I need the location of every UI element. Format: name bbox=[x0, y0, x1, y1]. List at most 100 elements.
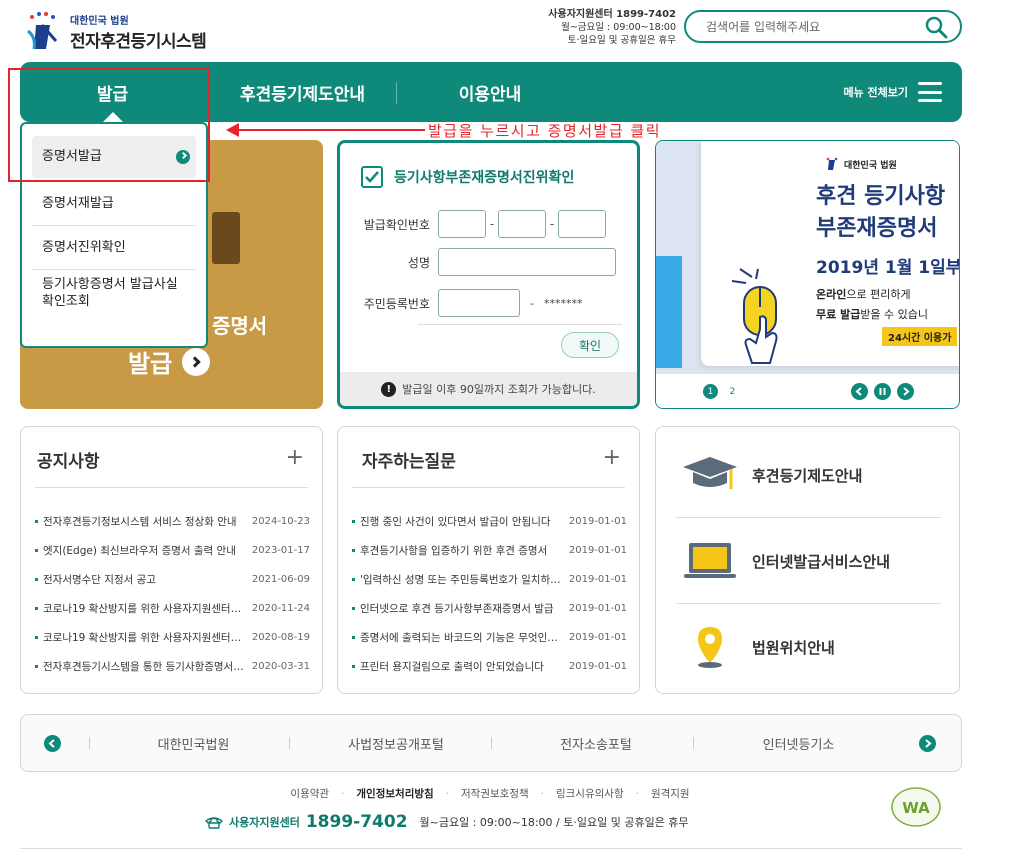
checkbox-icon bbox=[361, 166, 383, 188]
notice-row[interactable]: 코로나19 확산방지를 위한 사용자지원센터 운영 안내2020-11-24 bbox=[35, 594, 310, 623]
faq-row-title: '입력하신 성명 또는 주민등록번호가 일치하지 않습니다' bbox=[360, 574, 569, 586]
footer-link-privacy[interactable]: 개인정보처리방침 bbox=[356, 786, 433, 801]
verify-info-text: 발급일 이후 90일까지 조회가 가능합니다. bbox=[402, 383, 596, 396]
related-link-supreme-court[interactable]: 대한민국법원 bbox=[111, 715, 276, 771]
notice-row-date: 2020-11-24 bbox=[251, 603, 310, 614]
verify-confirm-button[interactable]: 확인 bbox=[561, 332, 619, 358]
footer-separator: · bbox=[445, 787, 450, 800]
notice-row-date: 2024-10-23 bbox=[251, 516, 310, 527]
faq-row[interactable]: 후견등기사항을 입증하기 위한 후견 증명서 2019-01-01 bbox=[352, 536, 627, 565]
bullet bbox=[352, 520, 355, 523]
dropdown-item-certificate-reissue[interactable]: 증명서재발급 bbox=[32, 182, 196, 226]
pause-icon bbox=[879, 388, 886, 395]
bullet bbox=[352, 578, 355, 581]
footer-link-copyright[interactable]: 저작권보호정책 bbox=[461, 786, 529, 801]
faq-row[interactable]: '입력하신 성명 또는 주민등록번호가 일치하지 않습니다'2019-01-01 bbox=[352, 565, 627, 594]
nav-guardianship-guide[interactable]: 후견등기제도안내 bbox=[210, 62, 395, 122]
notice-row-title: 전자후견등기시스템을 통한 등기사항증명서 발급 안내 bbox=[43, 661, 252, 673]
verify-title: 등기사항부존재증명서진위확인 bbox=[360, 165, 574, 189]
support-weekday-hours: 월~금요일 : 09:00~18:00 bbox=[561, 22, 676, 33]
faq-row[interactable]: 인터넷으로 후견 등기사항부존재증명서 발급 2019-01-01 bbox=[352, 594, 627, 623]
quick-link-court-location[interactable]: 법원위치안내 bbox=[680, 605, 940, 689]
issue-number-part1[interactable] bbox=[438, 210, 486, 238]
notice-row[interactable]: 엣지(Edge) 최신브라우저 증명서 출력 안내 2023-01-17 bbox=[35, 536, 310, 565]
annotation-arrow-line bbox=[238, 129, 425, 131]
faq-row[interactable]: 프린터 용지걸림으로 출력이 안되었습니다 2019-01-01 bbox=[352, 652, 627, 681]
banner-line1: 온라인으로 편리하게 bbox=[816, 286, 911, 302]
notice-row-title: 코로나19 확산방지를 위한 사용자지원센터 운영 안내 bbox=[43, 603, 252, 615]
quick-link-internet-issue-guide[interactable]: 인터넷발급서비스안내 bbox=[680, 519, 940, 603]
related-link-e-litigation-portal[interactable]: 전자소송포털 bbox=[511, 715, 681, 771]
footer-separator: · bbox=[635, 787, 639, 800]
notice-more-button[interactable]: + bbox=[286, 447, 304, 469]
bullet bbox=[352, 636, 355, 639]
rrn-front-field[interactable] bbox=[438, 289, 520, 317]
related-link-internet-registry[interactable]: 인터넷등기소 bbox=[711, 715, 886, 771]
main-nav: 발급 후견등기제도안내 이용안내 메뉴 전체보기 bbox=[20, 62, 962, 122]
related-prev-button[interactable] bbox=[44, 735, 61, 752]
issue-number-row: 발급확인번호 - - bbox=[340, 209, 637, 239]
location-pin-icon bbox=[680, 622, 740, 672]
banner-headline-line2: 부존재증명서 bbox=[816, 216, 938, 241]
banner-page-1[interactable]: 1 bbox=[703, 384, 718, 399]
header-support-info: 사용자지원센터 1899-7402 월~금요일 : 09:00~18:00 토·… bbox=[530, 8, 676, 47]
notice-row[interactable]: 전자후견등기시스템을 통한 등기사항증명서 발급 안내2020-03-31 bbox=[35, 652, 310, 681]
faq-title: 자주하는질문 bbox=[362, 452, 456, 472]
notice-row-date: 2021-06-09 bbox=[251, 574, 310, 585]
banner-next-button[interactable] bbox=[897, 383, 914, 400]
info-icon: ! bbox=[381, 381, 397, 397]
notice-panel: 공지사항 + 전자후견등기정보시스템 서비스 정상화 안내 2024-10-23 … bbox=[20, 426, 323, 694]
notice-row[interactable]: 전자후견등기정보시스템 서비스 정상화 안내 2024-10-23 bbox=[35, 507, 310, 536]
notice-row-title: 전자후견등기정보시스템 서비스 정상화 안내 bbox=[43, 516, 237, 528]
dropdown-item-certificate-verify[interactable]: 증명서진위확인 bbox=[32, 226, 196, 270]
card-illustration bbox=[212, 212, 240, 264]
footer-link-link-notice[interactable]: 링크시유의사항 bbox=[556, 786, 624, 801]
search-input[interactable] bbox=[706, 19, 922, 34]
banner-page-2[interactable]: 2 bbox=[725, 384, 740, 399]
chevron-left-icon bbox=[855, 387, 862, 396]
issue-number-part3[interactable] bbox=[558, 210, 606, 238]
faq-row-title: 진행 중인 사건이 있다면서 발급이 안됩니다 bbox=[360, 516, 551, 528]
faq-more-button[interactable]: + bbox=[603, 447, 621, 469]
footer-support: 사용자지원센터 1899-7402 월~금요일 : 09:00~18:00 / … bbox=[205, 812, 689, 832]
quick-link-guardianship-guide[interactable]: 후견등기제도안내 bbox=[680, 433, 940, 517]
divider bbox=[676, 517, 941, 518]
chevron-left-icon bbox=[48, 739, 55, 748]
all-menu-button[interactable]: 메뉴 전체보기 bbox=[843, 62, 942, 122]
divider bbox=[676, 603, 941, 604]
nav-divider bbox=[396, 82, 397, 104]
gold-card-action: 발급 bbox=[128, 344, 211, 379]
divider bbox=[418, 324, 622, 325]
promo-banner[interactable]: 대한민국 법원 후견 등기사항 부존재증명서 2019년 1월 1일부 온라인으… bbox=[655, 140, 960, 409]
certificate-verify-card: 등기사항부존재증명서진위확인 발급확인번호 - - 성명 주민등록번호 - **… bbox=[337, 140, 640, 409]
support-phone: 사용자지원센터 1899-7402 bbox=[548, 9, 676, 20]
faq-row[interactable]: 진행 중인 사건이 있다면서 발급이 안됩니다 2019-01-01 bbox=[352, 507, 627, 536]
related-link-judicial-info-portal[interactable]: 사법정보공개포털 bbox=[311, 715, 481, 771]
banner-prev-button[interactable] bbox=[851, 383, 868, 400]
divider bbox=[491, 737, 492, 749]
banner-monitor-illustration bbox=[656, 256, 682, 368]
banner-date: 2019년 1월 1일부 bbox=[816, 258, 960, 278]
banner-org: 대한민국 법원 bbox=[824, 157, 897, 171]
dropdown-item-issue-history[interactable]: 등기사항증명서 발급사실 확인조회 bbox=[32, 270, 196, 320]
faq-row[interactable]: 증명서에 출력되는 바코드의 기능은 무엇인가요 2019-01-01 bbox=[352, 623, 627, 652]
nav-usage-guide[interactable]: 이용안내 bbox=[420, 62, 560, 122]
chevron-right-icon bbox=[182, 347, 211, 376]
related-next-button[interactable] bbox=[919, 735, 936, 752]
banner-pause-button[interactable] bbox=[874, 383, 891, 400]
issue-number-part2[interactable] bbox=[498, 210, 546, 238]
banner-line1-rest: 으로 편리하게 bbox=[846, 288, 911, 301]
name-label: 성명 bbox=[407, 255, 430, 270]
search-button[interactable] bbox=[922, 13, 950, 41]
site-logo[interactable]: 대한민국 법원 전자후견등기시스템 bbox=[22, 10, 222, 54]
support-weekend-note: 토·일요일 및 공휴일은 휴무 bbox=[567, 35, 676, 46]
notice-row[interactable]: 전자서명수단 지정서 공고 2021-06-09 bbox=[35, 565, 310, 594]
dropdown-item-certificate-issue[interactable]: 증명서발급 bbox=[32, 136, 196, 178]
footer-link-remote-support[interactable]: 원격지원 bbox=[651, 786, 690, 801]
banner-controls bbox=[656, 374, 959, 408]
footer-link-terms[interactable]: 이용약관 bbox=[290, 786, 329, 801]
name-field[interactable] bbox=[438, 248, 616, 276]
dropdown-item-label-line2: 확인조회 bbox=[42, 294, 90, 309]
faq-list: 진행 중인 사건이 있다면서 발급이 안됩니다 2019-01-01 후견등기사항… bbox=[352, 507, 627, 681]
notice-row[interactable]: 코로나19 확산방지를 위한 사용자지원센터 운영 안내2020-08-19 bbox=[35, 623, 310, 652]
